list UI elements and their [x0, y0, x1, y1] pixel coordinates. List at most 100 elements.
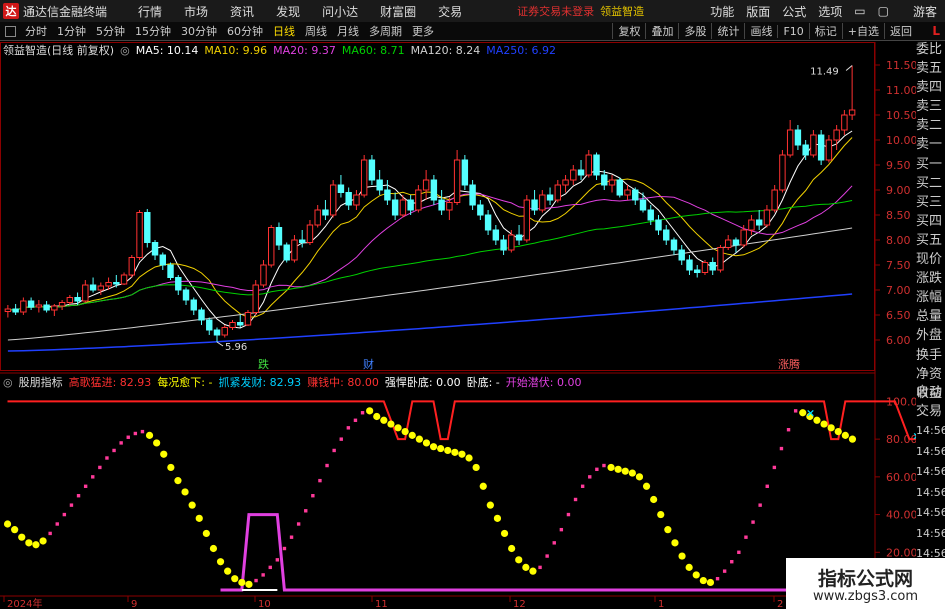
indicator-dot-yellow — [231, 575, 239, 583]
login-notice[interactable]: 证券交易未登录 — [517, 3, 594, 19]
menu-options[interactable]: 选项 — [812, 3, 848, 20]
indicator-settings-icon[interactable]: ◎ — [3, 376, 13, 389]
candle — [422, 170, 430, 200]
indicator-dot-yellow — [458, 450, 466, 458]
menu-news[interactable]: 资讯 — [219, 3, 265, 20]
indicator-dot-pink — [318, 478, 322, 483]
candle — [577, 160, 585, 180]
chart-area[interactable]: 11.50 11.00 10.50 10.00 9.50 9.00 8.50 8.00 7.50… — [0, 40, 916, 609]
ma-label-2: MA20: 9.37 — [273, 44, 336, 57]
quote-label-16: 换手 — [916, 347, 943, 363]
candle — [159, 252, 166, 270]
tool-4[interactable]: 画线 — [744, 23, 777, 39]
tool-5[interactable]: F10 — [777, 24, 808, 38]
panel-toggle-icon[interactable] — [5, 25, 16, 37]
restore-icon[interactable]: ▢ — [872, 4, 895, 18]
indicator-dot-pink — [545, 554, 549, 558]
ind-tick-label: 40.00 — [886, 509, 916, 522]
tool-6[interactable]: 标记 — [808, 23, 842, 39]
candle — [469, 180, 476, 210]
indicator-dot-yellow — [642, 482, 651, 490]
indicator-dot-yellow — [181, 488, 189, 496]
candle — [694, 265, 701, 278]
indicator-dot-pink — [786, 428, 791, 432]
indicator-dot-yellow — [380, 416, 388, 424]
indicator-dot-yellow — [479, 482, 487, 490]
indicator-dot-pink — [737, 550, 741, 554]
date-tick-label: 12 — [513, 599, 526, 609]
menu-function[interactable]: 功能 — [704, 3, 740, 20]
quote-label-5: 卖一 — [916, 137, 943, 153]
minimize-icon[interactable]: ▭ — [848, 4, 871, 18]
menu-layout[interactable]: 版面 — [740, 3, 776, 20]
indicator-dot-pink — [76, 494, 81, 498]
indicator-dot-yellow — [692, 571, 700, 579]
candle — [175, 275, 182, 295]
tool-1[interactable]: 叠加 — [645, 23, 678, 39]
indicator-dot-pink — [275, 558, 280, 562]
tool-3[interactable]: 统计 — [711, 23, 744, 39]
candle — [616, 177, 623, 198]
chart-toolbar: 分时 1分钟 5分钟 15分钟 30分钟 60分钟 日线 周线 月线 多周期 更多 复权 叠加 多股 统计… — [0, 22, 945, 41]
indicator-dot-pink — [538, 565, 542, 570]
stock-notice[interactable]: 领益智造 — [600, 3, 644, 19]
indicator-dot-yellow — [657, 510, 665, 519]
indicator-dot-pink — [261, 573, 265, 577]
date-tick-label: 9 — [131, 599, 137, 609]
ma-label-0: MA5: 10.14 — [135, 44, 199, 57]
indicator-label-6: 卧底: - — [466, 376, 500, 389]
timeframe-5[interactable]: 60分钟 — [222, 25, 268, 38]
tool-0[interactable]: 复权 — [612, 23, 645, 39]
indicator-dot-yellow — [394, 424, 402, 432]
indicator-dot-yellow — [493, 514, 502, 522]
timeframe-10[interactable]: 更多 — [407, 25, 439, 38]
indicator-dot-pink — [772, 465, 777, 470]
event-label-0: 跌 — [258, 357, 269, 371]
candle — [639, 192, 647, 213]
indicator-dot-yellow — [515, 556, 523, 564]
menu-wealth[interactable]: 财富圈 — [369, 3, 427, 20]
timeframe-0[interactable]: 分时 — [20, 25, 52, 38]
guest-button[interactable]: 游客 — [913, 3, 937, 20]
ma-label-5: MA250: 6.92 — [486, 44, 557, 57]
menu-market[interactable]: 市场 — [173, 3, 219, 20]
candle — [275, 222, 283, 250]
menu-discover[interactable]: 发现 — [265, 3, 311, 20]
tool-2[interactable]: 多股 — [678, 23, 711, 39]
timeframe-2[interactable]: 5分钟 — [91, 25, 130, 38]
price-tick-label: 10.50 — [886, 109, 916, 122]
indicator-dot-yellow — [472, 463, 480, 472]
menu-formula[interactable]: 公式 — [776, 3, 812, 20]
timeframe-6[interactable]: 日线 — [268, 25, 300, 38]
timeframe-4[interactable]: 30分钟 — [176, 25, 222, 38]
candle — [755, 210, 763, 230]
timeframe-1[interactable]: 1分钟 — [52, 25, 91, 38]
menu-ask[interactable]: 问小达 — [311, 3, 369, 20]
date-tick-label: 2 — [777, 599, 783, 609]
candle — [554, 180, 562, 203]
settings-icon[interactable]: ◎ — [120, 44, 130, 57]
menu-quotes[interactable]: 行情 — [127, 3, 173, 20]
high-pointer — [845, 65, 853, 71]
candle — [190, 297, 197, 315]
indicator-dot-pink — [112, 448, 116, 453]
timeframe-7[interactable]: 周线 — [300, 25, 332, 38]
tool-7[interactable]: +自选 — [841, 23, 884, 39]
timeframe-9[interactable]: 多周期 — [364, 25, 407, 38]
low-label: 5.96 — [225, 342, 247, 353]
mode-badge: L — [932, 24, 940, 38]
quote-label-17: 净资 — [916, 366, 943, 382]
indicator-dot-yellow — [508, 544, 516, 553]
event-label-1: 财 — [363, 357, 374, 371]
price-tick-label: 9.50 — [886, 159, 911, 172]
quote-label-11: 现价 — [916, 252, 943, 268]
candle — [508, 230, 515, 253]
time-entry-0: 14:56 — [916, 424, 945, 437]
timeframe-8[interactable]: 月线 — [332, 25, 364, 38]
indicator-dot-pink — [360, 411, 365, 415]
timeframe-3[interactable]: 15分钟 — [130, 25, 176, 38]
tool-8[interactable]: 返回 — [884, 23, 917, 39]
menu-trade[interactable]: 交易 — [427, 3, 473, 20]
indicator-dot-yellow — [153, 439, 161, 447]
candle — [492, 225, 500, 245]
